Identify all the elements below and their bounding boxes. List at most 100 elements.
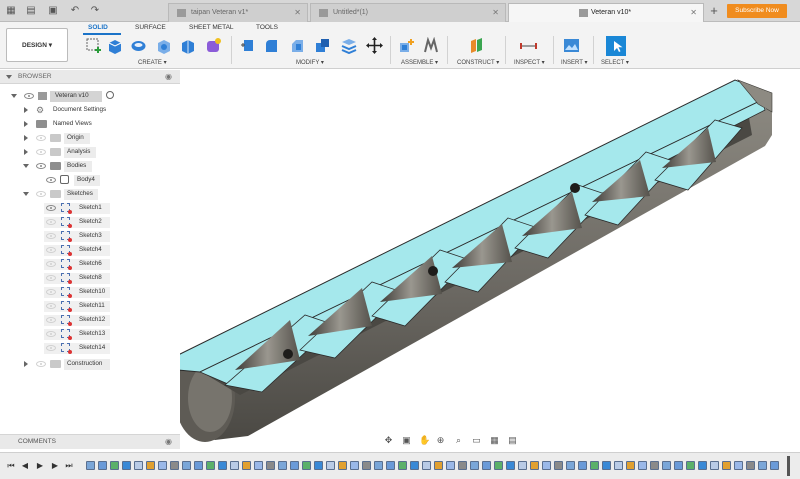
visibility-icon[interactable] [46, 303, 56, 309]
visibility-icon[interactable] [46, 275, 56, 281]
visibility-icon[interactable] [24, 93, 34, 99]
visibility-icon[interactable] [46, 317, 56, 323]
timeline-feature-icon[interactable] [650, 461, 659, 470]
timeline-feature-icon[interactable] [722, 461, 731, 470]
visibility-icon[interactable] [46, 205, 56, 211]
timeline-feature-icon[interactable] [182, 461, 191, 470]
timeline-feature-icon[interactable] [470, 461, 479, 470]
fit-icon[interactable]: ⌕ [453, 435, 464, 446]
expand-icon[interactable] [24, 149, 28, 155]
press-pull-icon[interactable] [239, 37, 256, 54]
timeline-feature-icon[interactable] [122, 461, 131, 470]
display-settings-icon[interactable]: ▭ [471, 435, 482, 446]
browser-item-sketch[interactable]: Sketch4 [44, 244, 110, 256]
new-tab-icon[interactable]: + [707, 4, 721, 18]
subscribe-button[interactable]: Subscribe Now [727, 4, 787, 18]
file-menu-icon[interactable]: ▤ [24, 4, 38, 18]
timeline-feature-icon[interactable] [278, 461, 287, 470]
visibility-icon[interactable] [36, 361, 46, 367]
visibility-icon[interactable] [36, 191, 46, 197]
timeline-feature-icon[interactable] [770, 461, 779, 470]
tab-taipan-veteran[interactable]: taipan Veteran v1* ✕ [168, 3, 308, 22]
revolve-icon[interactable] [130, 37, 147, 54]
browser-item-analysis[interactable]: Analysis [0, 146, 180, 158]
timeline-feature-icon[interactable] [734, 461, 743, 470]
timeline-feature-icon[interactable] [674, 461, 683, 470]
tab-veteran-v10[interactable]: Veteran v10* ✕ [508, 3, 704, 22]
timeline-feature-icon[interactable] [254, 461, 263, 470]
timeline-feature-icon[interactable] [446, 461, 455, 470]
timeline-feature-icon[interactable] [134, 461, 143, 470]
tab-sheet-metal[interactable]: SHEET METAL [189, 24, 234, 31]
timeline-feature-icon[interactable] [410, 461, 419, 470]
redo-icon[interactable]: ↷ [88, 4, 102, 18]
shell-icon[interactable] [340, 37, 357, 54]
timeline-feature-icon[interactable] [614, 461, 623, 470]
timeline-play-icon[interactable]: ▶ [35, 461, 45, 471]
timeline-feature-icon[interactable] [530, 461, 539, 470]
timeline-feature-icon[interactable] [398, 461, 407, 470]
timeline-marker[interactable] [787, 456, 790, 476]
timeline-feature-icon[interactable] [158, 461, 167, 470]
timeline-feature-icon[interactable] [266, 461, 275, 470]
timeline-feature-icon[interactable] [506, 461, 515, 470]
timeline-feature-icon[interactable] [326, 461, 335, 470]
visibility-icon[interactable] [46, 219, 56, 225]
move-icon[interactable] [366, 37, 383, 54]
offset-plane-icon[interactable] [468, 37, 485, 54]
create-menu[interactable]: CREATE ▾ [138, 59, 167, 66]
timeline-feature-icon[interactable] [242, 461, 251, 470]
timeline-feature-icon[interactable] [542, 461, 551, 470]
timeline-feature-icon[interactable] [482, 461, 491, 470]
visibility-icon[interactable] [46, 345, 56, 351]
timeline-feature-icon[interactable] [518, 461, 527, 470]
select-icon[interactable] [606, 36, 626, 56]
visibility-icon[interactable] [46, 331, 56, 337]
pan-icon[interactable]: ✋ [419, 435, 430, 446]
browser-item-origin[interactable]: Origin [0, 132, 180, 144]
timeline-feature-icon[interactable] [602, 461, 611, 470]
grid-settings-icon[interactable]: ▦ [489, 435, 500, 446]
timeline-feature-icon[interactable] [362, 461, 371, 470]
loft-icon[interactable] [179, 37, 196, 54]
timeline-feature-icon[interactable] [386, 461, 395, 470]
timeline-step-forward-icon[interactable]: ▶ [50, 461, 60, 471]
close-icon[interactable]: ✕ [294, 4, 301, 22]
new-component-icon[interactable] [398, 37, 415, 54]
insert-menu[interactable]: INSERT ▾ [561, 59, 587, 66]
timeline-feature-icon[interactable] [626, 461, 635, 470]
timeline-feature-icon[interactable] [554, 461, 563, 470]
visibility-icon[interactable] [36, 135, 46, 141]
tab-surface[interactable]: SURFACE [135, 24, 166, 31]
browser-item-sketch[interactable]: Sketch3 [44, 230, 110, 242]
browser-item-sketch[interactable]: Sketch6 [44, 258, 110, 270]
timeline-feature-icon[interactable] [230, 461, 239, 470]
timeline-feature-icon[interactable] [686, 461, 695, 470]
visibility-icon[interactable] [46, 177, 56, 183]
modify-menu[interactable]: MODIFY ▾ [296, 59, 324, 66]
fillet-icon[interactable] [263, 37, 280, 54]
timeline-feature-icon[interactable] [146, 461, 155, 470]
browser-item-sketch[interactable]: Sketch8 [44, 272, 110, 284]
timeline-feature-icon[interactable] [434, 461, 443, 470]
tab-untitled[interactable]: Untitled*(1) ✕ [310, 3, 506, 22]
look-at-icon[interactable]: ▣ [401, 435, 412, 446]
browser-root[interactable]: Veteran v10 [0, 90, 180, 102]
timeline-feature-icon[interactable] [194, 461, 203, 470]
chamfer-icon[interactable] [289, 37, 306, 54]
browser-item-sketch[interactable]: Sketch12 [44, 314, 110, 326]
browser-item-sketch[interactable]: Sketch10 [44, 286, 110, 298]
timeline-feature-icon[interactable] [710, 461, 719, 470]
timeline-feature-icon[interactable] [170, 461, 179, 470]
expand-icon[interactable] [23, 164, 29, 168]
visibility-icon[interactable] [36, 163, 46, 169]
timeline-feature-icon[interactable] [566, 461, 575, 470]
insert-image-icon[interactable] [563, 37, 580, 54]
expand-icon[interactable] [23, 192, 29, 196]
timeline-step-back-icon[interactable]: ◀ [20, 461, 30, 471]
timeline-feature-icon[interactable] [374, 461, 383, 470]
construct-menu[interactable]: CONSTRUCT ▾ [457, 59, 499, 66]
visibility-icon[interactable] [46, 261, 56, 267]
browser-item-body4[interactable]: Body4 [0, 174, 180, 186]
browser-item-sketch[interactable]: Sketch14 [44, 342, 110, 354]
